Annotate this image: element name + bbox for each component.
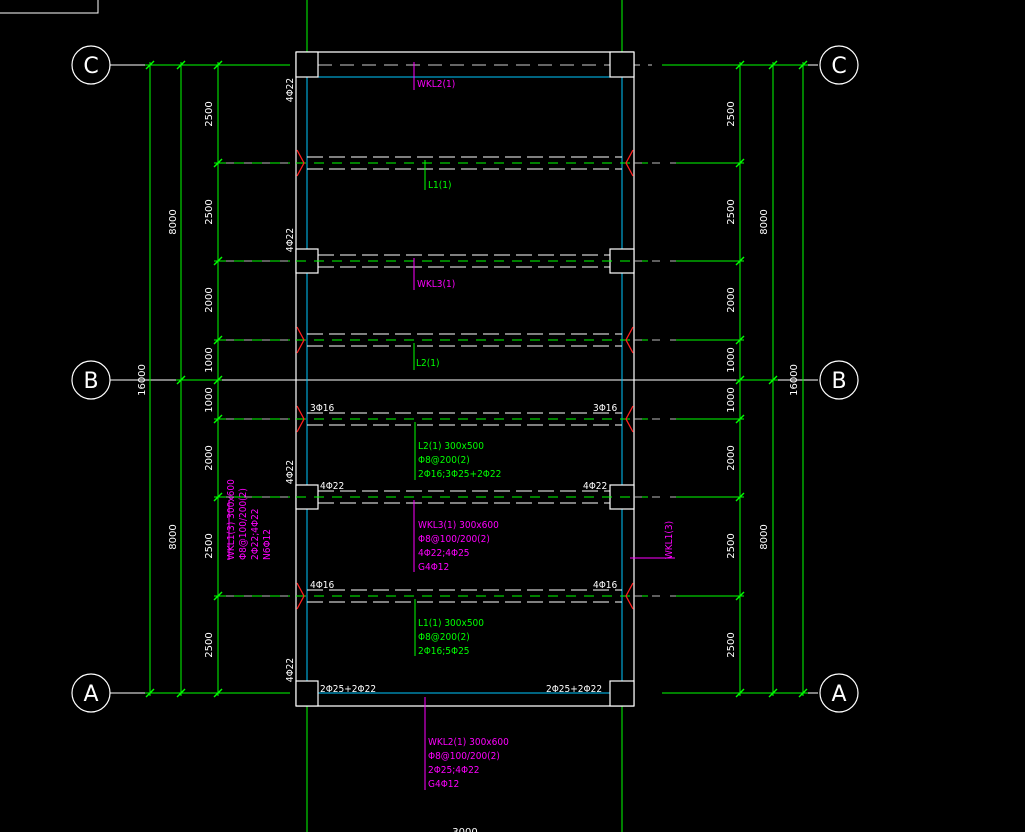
dim-left-7: 2500 xyxy=(204,533,215,558)
l1-rebar-right: 4Φ16 xyxy=(593,580,618,591)
l2-annotation-line-2: Φ8@200(2) xyxy=(418,455,470,466)
green-leaders xyxy=(413,160,426,656)
wkl3-annotation-line-1: WKL3(1) 300x600 xyxy=(418,520,499,531)
structural-plan-drawing: C C B B A A 2500 2500 2000 1000 1000 200… xyxy=(0,0,859,832)
column-a-right xyxy=(609,680,635,707)
l1-annotation-line-2: Φ8@200(2) xyxy=(418,632,470,643)
dim-left-mid-2: 8000 xyxy=(168,524,179,549)
column-c-left xyxy=(295,51,319,78)
dim-left-3: 2000 xyxy=(204,287,215,312)
dim-left-total: 16000 xyxy=(137,364,148,396)
frame-beam-outline xyxy=(295,51,635,707)
col-rebar-mid: 4Φ22 xyxy=(285,460,296,484)
frame-beam-labels: WKL2(1) WKL3(1) WKL1(3) xyxy=(417,79,675,559)
wkl2-annotation: WKL2(1) 300x600 Φ8@100/200(2) 2Φ25;4Φ22 … xyxy=(428,737,509,790)
axis-lines xyxy=(110,64,818,694)
axis-label-a-left: A xyxy=(83,682,98,707)
dim-right-2: 2500 xyxy=(726,199,737,224)
l1-annotation-line-3: 2Φ16;5Φ25 xyxy=(418,646,470,657)
dim-left-1: 2500 xyxy=(204,101,215,126)
dim-left-mid-1: 8000 xyxy=(168,209,179,234)
dim-right-3: 2000 xyxy=(726,287,737,312)
dim-right-total: 16000 xyxy=(789,364,800,396)
dim-left-6: 2000 xyxy=(204,445,215,470)
axis-label-c-left: C xyxy=(83,54,98,79)
axis-label-c-right: C xyxy=(831,54,846,79)
col-rebar-wkl3: 4Φ22 xyxy=(285,228,296,252)
l1-annotation-line-1: L1(1) 300x500 xyxy=(418,618,484,629)
wkl2-annotation-line-3: 2Φ25;4Φ22 xyxy=(428,765,480,776)
wkl3-rebar-left: 4Φ22 xyxy=(320,481,344,492)
wkl1-annotation: WKL1(3) 300x600 Φ8@100/200(2) 2Φ22;4Φ22 … xyxy=(226,479,273,560)
wkl3-annotation: WKL3(1) 300x600 Φ8@100/200(2) 4Φ22;4Φ25 … xyxy=(418,520,499,573)
dim-right-mid-1: 8000 xyxy=(759,209,770,234)
wkl3-annotation-line-2: Φ8@100/200(2) xyxy=(418,534,490,545)
wkl3-rebar-right: 4Φ22 xyxy=(583,481,607,492)
dim-right-1: 2500 xyxy=(726,101,737,126)
left-dimension-ticks xyxy=(145,60,223,698)
label-wkl1-right: WKL1(3) xyxy=(664,521,675,559)
dim-right-8: 2500 xyxy=(726,632,737,657)
label-l2-top: L2(1) xyxy=(416,358,439,369)
viewport-frame xyxy=(0,0,99,14)
secondary-beam-labels: L1(1) L2(1) xyxy=(416,180,451,369)
dim-left-8: 2500 xyxy=(204,632,215,657)
wkl1-annotation-line-1: WKL1(3) 300x600 xyxy=(226,479,237,560)
wkl1-annotation-line-4: N6Φ12 xyxy=(262,529,273,560)
column-c-right xyxy=(609,51,635,78)
left-dimension-lines xyxy=(145,62,290,696)
axis-label-b-left: B xyxy=(83,369,98,394)
dim-right-6: 2000 xyxy=(726,445,737,470)
wkl2-bot-rebar-left: 2Φ25+2Φ22 xyxy=(320,684,376,695)
dim-left-4: 1000 xyxy=(204,347,215,372)
axis-label-a-right: A xyxy=(831,682,846,707)
right-dimension-lines xyxy=(662,62,808,696)
col-rebar-bot: 4Φ22 xyxy=(285,658,296,682)
wkl3-annotation-line-3: 4Φ22;4Φ25 xyxy=(418,548,470,559)
dim-right-5: 1000 xyxy=(726,387,737,412)
dim-right-4: 1000 xyxy=(726,347,737,372)
dim-right-mid-2: 8000 xyxy=(759,524,770,549)
l2-annotation-line-3: 2Φ16;3Φ25+2Φ22 xyxy=(418,469,501,480)
column-a-left xyxy=(295,680,319,707)
l1-annotation: L1(1) 300x500 Φ8@200(2) 2Φ16;5Φ25 xyxy=(418,618,484,657)
label-l1-top: L1(1) xyxy=(428,180,451,191)
label-wkl2-top: WKL2(1) xyxy=(417,79,455,90)
dim-left-5: 1000 xyxy=(204,387,215,412)
label-wkl3-top: WKL3(1) xyxy=(417,279,455,290)
wkl2-annotation-line-2: Φ8@100/200(2) xyxy=(428,751,500,762)
dim-right-7: 2500 xyxy=(726,533,737,558)
dim-bottom: 3000 xyxy=(452,827,477,832)
dim-left-2: 2500 xyxy=(204,199,215,224)
l2-annotation: L2(1) 300x500 Φ8@200(2) 2Φ16;3Φ25+2Φ22 xyxy=(418,441,501,480)
beam-inner-edges xyxy=(306,76,623,694)
columns xyxy=(295,51,635,707)
wkl1-annotation-line-3: 2Φ22;4Φ22 xyxy=(250,508,261,560)
wkl2-annotation-line-4: G4Φ12 xyxy=(428,779,459,790)
vertical-axis-lines xyxy=(306,0,623,832)
l1-rebar-left: 4Φ16 xyxy=(310,580,335,591)
axis-label-b-right: B xyxy=(831,369,846,394)
wkl1-annotation-line-2: Φ8@100/200(2) xyxy=(238,488,249,560)
wkl2-annotation-line-1: WKL2(1) 300x600 xyxy=(428,737,509,748)
col-rebar-top: 4Φ22 xyxy=(285,78,296,102)
l2-rebar-left: 3Φ16 xyxy=(310,403,335,414)
l2-annotation-line-1: L2(1) 300x500 xyxy=(418,441,484,452)
wkl3-annotation-line-4: G4Φ12 xyxy=(418,562,449,573)
wkl2-bot-rebar-right: 2Φ25+2Φ22 xyxy=(546,684,602,695)
l2-rebar-right: 3Φ16 xyxy=(593,403,618,414)
